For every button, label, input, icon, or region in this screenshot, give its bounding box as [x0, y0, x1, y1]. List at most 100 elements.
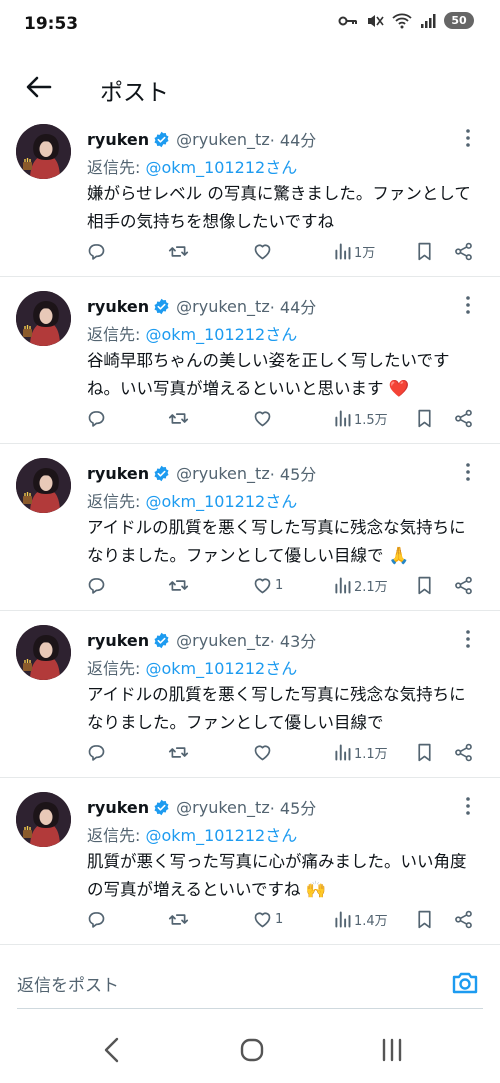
reply-divider [17, 1008, 483, 1009]
share-button[interactable] [453, 408, 474, 429]
reply-mention-link[interactable]: @okm_101212さん [145, 158, 297, 177]
tweet[interactable]: ryuken @ryuken_tz · 45分 返信先: @okm_101212さん肌… [0, 778, 500, 945]
tweet-actions: 1 1.4万 [86, 906, 478, 932]
retweet-icon [168, 913, 189, 925]
reply-button[interactable] [86, 575, 107, 596]
retweet-button[interactable] [168, 909, 189, 930]
bookmark-button[interactable] [414, 241, 435, 262]
like-icon [254, 577, 271, 593]
avatar[interactable] [16, 792, 71, 847]
bookmark-button[interactable] [414, 742, 435, 763]
share-button[interactable] [453, 241, 474, 262]
reply-mention-link[interactable]: @okm_101212さん [145, 492, 297, 511]
author-name[interactable]: ryuken [87, 297, 149, 316]
tweet[interactable]: ryuken @ryuken_tz · 44分 返信先: @okm_101212さん嫌… [0, 124, 500, 277]
avatar-image [16, 792, 71, 847]
tweet[interactable]: ryuken @ryuken_tz · 43分 返信先: @okm_101212さんア… [0, 611, 500, 778]
reply-mention-link[interactable]: @okm_101212さん [145, 659, 297, 678]
more-options-button[interactable] [458, 627, 478, 651]
retweet-button[interactable] [168, 241, 189, 262]
retweet-icon [168, 579, 189, 591]
share-button[interactable] [453, 909, 474, 930]
like-icon [254, 911, 271, 927]
more-options-button[interactable] [458, 126, 478, 150]
view-count: 2.1万 [354, 579, 388, 595]
views-button[interactable]: 1.4万 [332, 909, 388, 930]
retweet-button[interactable] [168, 575, 189, 596]
nav-recents-button[interactable] [372, 1033, 412, 1067]
nav-home-button[interactable] [232, 1033, 272, 1067]
author-name[interactable]: ryuken [87, 798, 149, 817]
more-options-button[interactable] [458, 794, 478, 818]
avatar[interactable] [16, 124, 71, 179]
avatar[interactable] [16, 458, 71, 513]
retweet-icon [168, 245, 189, 257]
like-button[interactable]: 1 [252, 909, 283, 930]
author-handle[interactable]: @ryuken_tz [176, 798, 270, 817]
more-vertical-icon [466, 630, 470, 648]
verified-badge-icon [154, 465, 169, 481]
more-options-button[interactable] [458, 460, 478, 484]
author-name[interactable]: ryuken [87, 130, 149, 149]
avatar[interactable] [16, 291, 71, 346]
tweet-time: · 44分 [269, 298, 317, 317]
retweet-icon [168, 746, 189, 758]
nav-home-icon [240, 1038, 264, 1062]
author-name[interactable]: ryuken [87, 464, 149, 483]
page-title: ポスト [100, 80, 169, 106]
nav-back-button[interactable] [92, 1033, 132, 1067]
more-options-button[interactable] [458, 293, 478, 317]
views-icon [335, 911, 351, 927]
like-icon [254, 410, 271, 426]
camera-button[interactable] [450, 967, 480, 997]
retweet-button[interactable] [168, 408, 189, 429]
author-handle[interactable]: @ryuken_tz [176, 631, 270, 650]
reply-icon [88, 410, 105, 427]
reply-button[interactable] [86, 742, 107, 763]
verified-badge-icon [154, 131, 169, 147]
views-icon [335, 410, 351, 426]
reply-to-line: 返信先: @okm_101212さん [87, 822, 297, 846]
share-button[interactable] [453, 742, 474, 763]
bookmark-button[interactable] [414, 575, 435, 596]
reply-to-line: 返信先: @okm_101212さん [87, 655, 297, 679]
avatar-image [16, 625, 71, 680]
reply-to-label: 返信先: [87, 492, 146, 511]
like-button[interactable] [252, 408, 275, 429]
reply-composer[interactable]: 返信をポスト [0, 955, 500, 1013]
avatar[interactable] [16, 625, 71, 680]
tweet[interactable]: ryuken @ryuken_tz · 45分 返信先: @okm_101212さんア… [0, 444, 500, 611]
retweet-button[interactable] [168, 742, 189, 763]
share-button[interactable] [453, 575, 474, 596]
reply-button[interactable] [86, 408, 107, 429]
author-handle[interactable]: @ryuken_tz [176, 297, 270, 316]
more-vertical-icon [466, 296, 470, 314]
back-arrow-icon [26, 76, 52, 98]
views-button[interactable]: 2.1万 [332, 575, 388, 596]
reply-input[interactable]: 返信をポスト [17, 971, 119, 996]
back-button[interactable] [24, 72, 54, 102]
like-button[interactable] [252, 742, 275, 763]
author-handle[interactable]: @ryuken_tz [176, 130, 270, 149]
bookmark-button[interactable] [414, 909, 435, 930]
tweet-header: ryuken @ryuken_tz · 45分 [87, 461, 316, 485]
tweet[interactable]: ryuken @ryuken_tz · 44分 返信先: @okm_101212さん谷… [0, 277, 500, 444]
like-button[interactable]: 1 [252, 575, 283, 596]
reply-to-label: 返信先: [87, 325, 146, 344]
author-handle[interactable]: @ryuken_tz [176, 464, 270, 483]
author-name[interactable]: ryuken [87, 631, 149, 650]
reply-button[interactable] [86, 909, 107, 930]
views-button[interactable]: 1.1万 [332, 742, 388, 763]
like-button[interactable] [252, 241, 275, 262]
views-button[interactable]: 1.5万 [332, 408, 388, 429]
system-nav-bar [0, 1013, 500, 1083]
reply-button[interactable] [86, 241, 107, 262]
tweet-actions: 1.5万 [86, 405, 478, 431]
wifi-icon [392, 13, 412, 28]
reply-mention-link[interactable]: @okm_101212さん [145, 826, 297, 845]
mute-icon [368, 14, 384, 27]
views-button[interactable]: 1万 [332, 241, 375, 262]
bookmark-button[interactable] [414, 408, 435, 429]
reply-mention-link[interactable]: @okm_101212さん [145, 325, 297, 344]
status-icons: 50 [338, 12, 474, 29]
